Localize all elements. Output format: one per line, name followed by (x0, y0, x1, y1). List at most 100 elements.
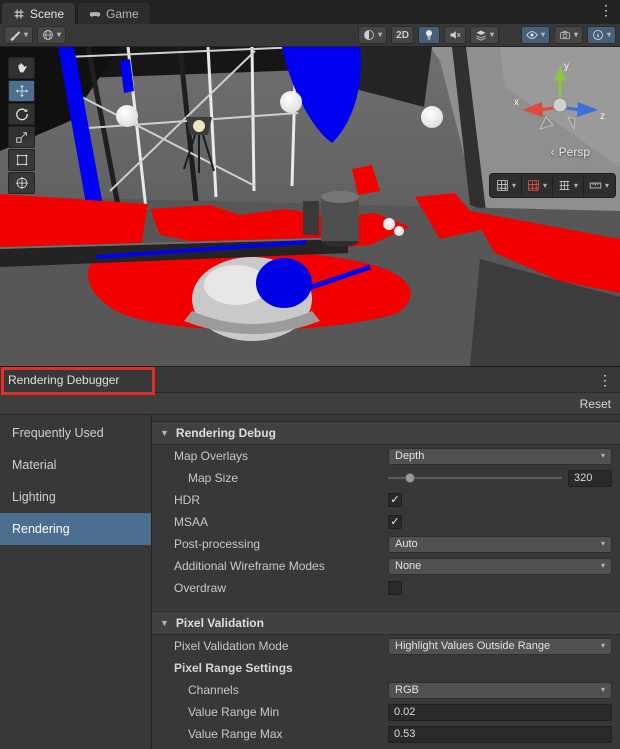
sidebar-item-rendering[interactable]: Rendering (0, 513, 151, 545)
axis-x-label: x (514, 97, 519, 108)
row-pixel-validation-mode: Pixel Validation Mode Highlight Values O… (152, 635, 620, 657)
value-range-min-label: Value Range Min (160, 705, 388, 719)
grid-icon (496, 179, 509, 192)
row-pixel-range-settings: Pixel Range Settings (152, 657, 620, 679)
post-processing-dropdown[interactable]: Auto ▾ (388, 536, 612, 553)
dropdown-caret-icon: ▾ (601, 540, 605, 548)
lighting-toggle-button[interactable] (418, 26, 440, 44)
dropdown-caret-icon: ▾ (512, 182, 516, 190)
dropdown-caret-icon: ▾ (601, 562, 605, 570)
overlay-debug-grid-button[interactable]: ▾ (522, 175, 553, 196)
value-range-min-field[interactable] (388, 704, 612, 721)
scene-viewport[interactable]: y x z ‹ Persp ▾ ▾ ▾ ▾ (0, 47, 620, 366)
hdr-checkbox[interactable]: ✓ (388, 493, 402, 507)
row-map-overlays: Map Overlays Depth ▾ (152, 445, 620, 467)
window-menu-icon[interactable]: ⋮ (598, 373, 612, 387)
overlay-grid-button[interactable]: ▾ (491, 175, 522, 196)
shaded-sphere-icon (363, 29, 375, 41)
view-tool-button[interactable] (8, 57, 35, 79)
reset-button[interactable]: Reset (580, 397, 611, 411)
map-overlays-dropdown[interactable]: Depth ▾ (388, 448, 612, 465)
rect-icon (15, 153, 29, 167)
lightbulb-icon (423, 29, 435, 41)
overdraw-checkbox[interactable] (388, 581, 402, 595)
2d-label: 2D (396, 30, 409, 41)
dropdown-caret-icon: ▾ (601, 642, 605, 650)
transform-tool-button[interactable] (8, 172, 35, 194)
map-size-slider[interactable] (388, 470, 562, 486)
combined-transform-icon (15, 176, 29, 190)
check-icon: ✓ (390, 495, 399, 506)
2d-toggle-button[interactable]: 2D (391, 26, 414, 44)
section-rendering-debug[interactable]: ▼ Rendering Debug (152, 421, 620, 445)
overlay-ruler-button[interactable]: ▾ (584, 175, 614, 196)
camera-settings-button[interactable]: ▾ (554, 26, 583, 44)
pixel-validation-mode-dropdown[interactable]: Highlight Values Outside Range ▾ (388, 638, 612, 655)
dropdown-caret-icon: ▾ (24, 31, 28, 39)
gizmos-button[interactable]: ▾ (587, 26, 616, 44)
map-size-label: Map Size (160, 471, 388, 485)
dropdown-caret-icon: ▾ (378, 31, 382, 39)
sidebar-item-frequently-used[interactable]: Frequently Used (0, 417, 151, 449)
red-grid-icon (527, 179, 540, 192)
section-title: Pixel Validation (176, 616, 264, 630)
sidebar-item-material[interactable]: Material (0, 449, 151, 481)
rect-tool-button[interactable] (8, 149, 35, 171)
dropdown-caret-icon: ▾ (543, 182, 547, 190)
section-pixel-validation[interactable]: ▼ Pixel Validation (152, 611, 620, 635)
tab-scene[interactable]: Scene (2, 3, 76, 24)
view-tab-bar: Scene Game ⋮ (0, 0, 620, 24)
tabbar-menu-icon[interactable]: ⋮ (599, 3, 613, 17)
grid-snap-button[interactable]: ▾ (37, 26, 66, 44)
sidebar-item-label: Frequently Used (12, 426, 104, 440)
move-tool-button[interactable] (8, 80, 35, 102)
axis-y-label: y (564, 61, 569, 72)
map-size-field[interactable] (568, 470, 612, 487)
transform-toolstrip (8, 57, 35, 194)
gamepad-icon (89, 8, 101, 20)
ruler-icon (589, 179, 602, 192)
msaa-checkbox[interactable]: ✓ (388, 515, 402, 529)
dropdown-value: Highlight Values Outside Range (395, 640, 550, 652)
dropdown-value: Auto (395, 538, 418, 550)
projection-toggle[interactable]: ‹ Persp (551, 145, 590, 159)
sidebar-item-lighting[interactable]: Lighting (0, 481, 151, 513)
additional-wireframe-modes-dropdown[interactable]: None ▾ (388, 558, 612, 575)
scale-tool-button[interactable] (8, 126, 35, 148)
overlay-wireframe-button[interactable]: ▾ (553, 175, 584, 196)
camera-icon (559, 29, 571, 41)
rendering-debugger-titlebar: Rendering Debugger ⋮ (0, 366, 620, 393)
info-icon (592, 29, 604, 41)
scene-visibility-button[interactable]: ▾ (521, 26, 550, 44)
unity-editor-window: Scene Game ⋮ ▾ ▾ ▾ 2D ▾ (0, 0, 620, 749)
row-post-processing: Post-processing Auto ▾ (152, 533, 620, 555)
shading-mode-button[interactable]: ▾ (358, 26, 387, 44)
debugger-properties: ▼ Rendering Debug Map Overlays Depth ▾ M… (152, 415, 620, 749)
sidebar-item-label: Rendering (12, 522, 70, 536)
pixel-range-settings-heading: Pixel Range Settings (160, 661, 388, 675)
hatch-grid-icon (558, 179, 571, 192)
tool-settings-button[interactable]: ▾ (4, 26, 33, 44)
overdraw-label: Overdraw (160, 581, 388, 595)
audio-toggle-button[interactable] (444, 26, 466, 44)
channels-dropdown[interactable]: RGB ▾ (388, 682, 612, 699)
channels-label: Channels (160, 683, 388, 697)
dropdown-value: Depth (395, 450, 424, 462)
effects-button[interactable]: ▾ (470, 26, 499, 44)
row-msaa: MSAA ✓ (152, 511, 620, 533)
dropdown-caret-icon: ▾ (541, 31, 545, 39)
slider-knob[interactable] (405, 473, 415, 483)
eye-icon (526, 29, 538, 41)
dropdown-caret-icon: ▾ (605, 182, 609, 190)
debugger-toolbar: Reset (0, 393, 620, 415)
projection-label: Persp (559, 145, 590, 159)
hdr-label: HDR (160, 493, 388, 507)
tab-game[interactable]: Game (78, 3, 151, 24)
chevron-left-icon: ‹ (551, 145, 555, 159)
value-range-max-field[interactable] (388, 726, 612, 743)
orientation-gizmo[interactable]: y x z (512, 57, 608, 149)
rotate-tool-button[interactable] (8, 103, 35, 125)
dropdown-caret-icon: ▾ (601, 686, 605, 694)
tab-scene-label: Scene (30, 7, 64, 21)
dropdown-caret-icon: ▾ (574, 31, 578, 39)
